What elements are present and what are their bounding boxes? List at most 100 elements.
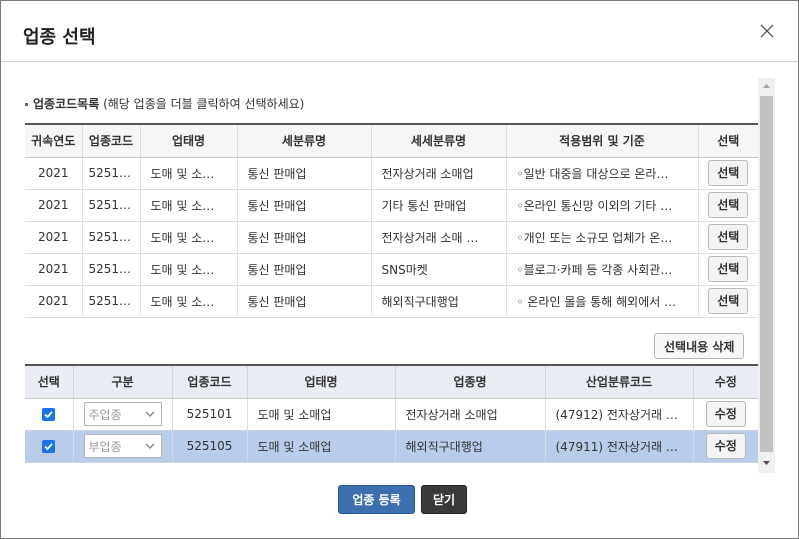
header-select: 선택 bbox=[698, 123, 758, 158]
cell-business: 도매 및 소매업 bbox=[247, 398, 396, 431]
cell-business: 도매 및 소… bbox=[140, 253, 238, 286]
cell-code: 525101 bbox=[172, 398, 248, 431]
cell-subsubcategory: 전자상거래 소매업 bbox=[371, 157, 507, 190]
cell-check bbox=[25, 398, 74, 431]
cell-business: 도매 및 소… bbox=[140, 285, 238, 318]
cell-subsubcategory: 기타 통신 판매업 bbox=[371, 189, 507, 222]
header-code: 업종코드 bbox=[172, 364, 248, 399]
section-title-bold: 업종코드목록 bbox=[33, 97, 100, 111]
cell-code: 525105 bbox=[172, 430, 248, 463]
select-button[interactable]: 선택 bbox=[708, 192, 749, 218]
cell-code: 525102 bbox=[82, 189, 141, 222]
cell-edit: 수정 bbox=[693, 430, 758, 463]
cell-subsubcategory: 전자상거래 소매 … bbox=[371, 221, 507, 254]
cell-select: 선택 bbox=[698, 221, 758, 254]
header-name: 업종명 bbox=[395, 364, 546, 399]
cell-name: 해외직구대행업 bbox=[395, 430, 546, 463]
header-year: 귀속연도 bbox=[25, 123, 83, 158]
table-row[interactable]: 2021 525102 도매 및 소… 통신 판매업 기타 통신 판매업 ◦온라… bbox=[25, 189, 758, 222]
select-button[interactable]: 선택 bbox=[708, 288, 749, 314]
table-row[interactable]: 2021 525101 도매 및 소… 통신 판매업 전자상거래 소매업 ◦일반… bbox=[25, 157, 758, 190]
cell-subcategory: 통신 판매업 bbox=[237, 221, 372, 254]
type-select-value: 주업종 bbox=[88, 407, 122, 422]
cell-subcategory: 통신 판매업 bbox=[237, 189, 372, 222]
cell-name: 전자상거래 소매업 bbox=[395, 398, 546, 431]
header-edit: 수정 bbox=[693, 364, 758, 399]
row-checkbox[interactable] bbox=[42, 440, 56, 453]
cell-check bbox=[25, 430, 74, 463]
header-check: 선택 bbox=[25, 364, 74, 399]
cell-scope: ◦온라인 통신망 이외의 기타 … bbox=[506, 189, 699, 222]
cell-select: 선택 bbox=[698, 285, 758, 318]
cell-business: 도매 및 소… bbox=[140, 157, 238, 190]
code-table: 귀속연도 업종코드 업태명 세분류명 세세분류명 적용범위 및 기준 선택 20… bbox=[25, 123, 758, 318]
type-select[interactable]: 부업종 bbox=[83, 434, 162, 458]
dialog-title: 업종 선택 bbox=[23, 27, 96, 48]
header-type: 구분 bbox=[73, 364, 173, 399]
header-code: 업종코드 bbox=[82, 123, 141, 158]
cell-scope: ◦블로그·카페 등 각종 사회관… bbox=[506, 253, 699, 286]
cell-select: 선택 bbox=[698, 189, 758, 222]
header-scope: 적용범위 및 기준 bbox=[506, 123, 699, 158]
cell-scope: ◦ 온라인 몰을 통해 해외에서 … bbox=[506, 285, 699, 318]
edit-button[interactable]: 수정 bbox=[705, 433, 746, 459]
type-select[interactable]: 주업종 bbox=[83, 402, 162, 426]
cell-business: 도매 및 소매업 bbox=[247, 430, 396, 463]
cell-select: 선택 bbox=[698, 157, 758, 190]
cell-industry-code: (47911) 전자상거래 … bbox=[545, 430, 694, 463]
cell-select: 선택 bbox=[698, 253, 758, 286]
selected-table-header: 선택 구분 업종코드 업태명 업종명 산업분류코드 수정 bbox=[25, 364, 758, 399]
header-subcategory: 세분류명 bbox=[237, 123, 372, 158]
select-button[interactable]: 선택 bbox=[708, 256, 749, 282]
cell-subsubcategory: 해외직구대행업 bbox=[371, 285, 507, 318]
title-divider bbox=[1, 61, 798, 62]
section-title-hint: (해당 업종을 더블 클릭하여 선택하세요) bbox=[103, 97, 305, 111]
cell-subcategory: 통신 판매업 bbox=[237, 157, 372, 190]
cell-code: 525105 bbox=[82, 285, 141, 318]
cell-business: 도매 및 소… bbox=[140, 221, 238, 254]
cell-year: 2021 bbox=[25, 157, 83, 190]
cell-year: 2021 bbox=[25, 285, 83, 318]
delete-selection-button[interactable]: 선택내용 삭제 bbox=[654, 333, 745, 359]
select-button[interactable]: 선택 bbox=[708, 160, 749, 186]
selected-table: 선택 구분 업종코드 업태명 업종명 산업분류코드 수정 주업종 525101 … bbox=[25, 364, 758, 463]
cell-year: 2021 bbox=[25, 253, 83, 286]
cell-type: 주업종 bbox=[73, 398, 173, 431]
type-select-value: 부업종 bbox=[88, 439, 122, 454]
header-business: 업태명 bbox=[140, 123, 238, 158]
header-subsubcategory: 세세분류명 bbox=[371, 123, 507, 158]
code-table-header: 귀속연도 업종코드 업태명 세분류명 세세분류명 적용범위 및 기준 선택 bbox=[25, 123, 758, 158]
edit-button[interactable]: 수정 bbox=[705, 401, 746, 427]
register-button[interactable]: 업종 등록 bbox=[338, 485, 415, 514]
bullet-icon bbox=[25, 103, 28, 106]
section-title: 업종코드목록 (해당 업종을 더블 클릭하여 선택하세요) bbox=[25, 95, 304, 112]
scroll-down-icon[interactable] bbox=[758, 456, 775, 473]
cell-code: 525101 bbox=[82, 157, 141, 190]
select-button[interactable]: 선택 bbox=[708, 224, 749, 250]
cell-subcategory: 통신 판매업 bbox=[237, 285, 372, 318]
close-icon[interactable] bbox=[759, 23, 777, 41]
cell-code: 525103 bbox=[82, 221, 141, 254]
chevron-down-icon bbox=[145, 443, 155, 449]
close-button[interactable]: 닫기 bbox=[421, 485, 467, 514]
table-row[interactable]: 2021 525104 도매 및 소… 통신 판매업 SNS마켓 ◦블로그·카페… bbox=[25, 253, 758, 286]
table-row[interactable]: 부업종 525105 도매 및 소매업 해외직구대행업 (47911) 전자상거… bbox=[25, 430, 758, 463]
table-row[interactable]: 주업종 525101 도매 및 소매업 전자상거래 소매업 (47912) 전자… bbox=[25, 398, 758, 431]
header-business: 업태명 bbox=[247, 364, 396, 399]
cell-subsubcategory: SNS마켓 bbox=[371, 253, 507, 286]
cell-year: 2021 bbox=[25, 221, 83, 254]
dialog: 업종 선택 업종코드목록 (해당 업종을 더블 클릭하여 선택하세요) 귀속연도… bbox=[0, 0, 799, 539]
row-checkbox[interactable] bbox=[42, 408, 56, 421]
cell-type: 부업종 bbox=[73, 430, 173, 463]
cell-scope: ◦일반 대중을 대상으로 온라… bbox=[506, 157, 699, 190]
header-industry-code: 산업분류코드 bbox=[545, 364, 694, 399]
scrollbar-thumb[interactable] bbox=[760, 96, 773, 452]
table-row[interactable]: 2021 525105 도매 및 소… 통신 판매업 해외직구대행업 ◦ 온라인… bbox=[25, 285, 758, 318]
cell-business: 도매 및 소… bbox=[140, 189, 238, 222]
cell-code: 525104 bbox=[82, 253, 141, 286]
vertical-scrollbar[interactable] bbox=[758, 78, 775, 473]
cell-subcategory: 통신 판매업 bbox=[237, 253, 372, 286]
scroll-up-icon[interactable] bbox=[758, 78, 775, 95]
cell-year: 2021 bbox=[25, 189, 83, 222]
table-row[interactable]: 2021 525103 도매 및 소… 통신 판매업 전자상거래 소매 … ◦개… bbox=[25, 221, 758, 254]
